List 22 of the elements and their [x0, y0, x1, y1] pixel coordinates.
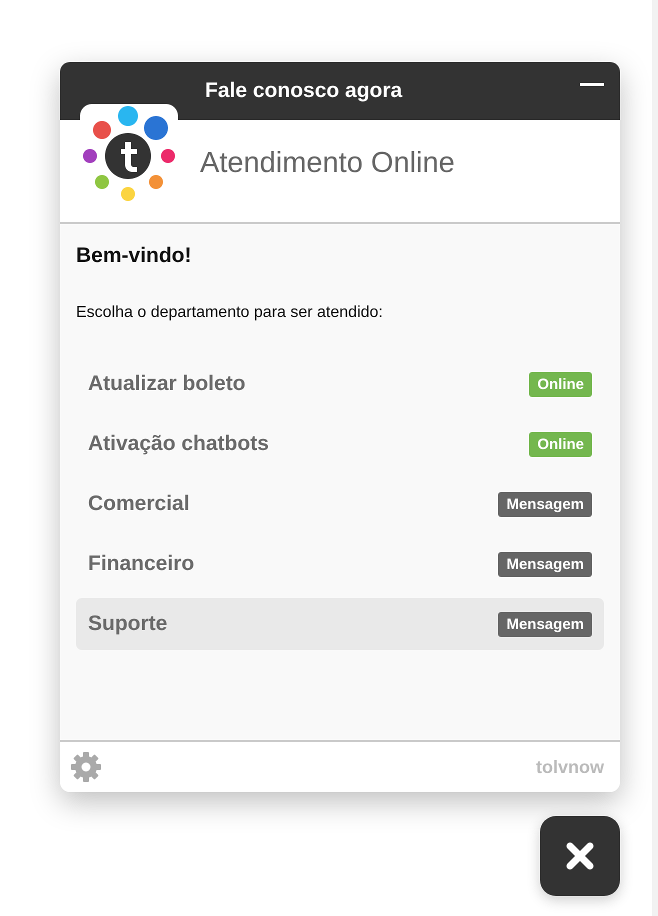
footer-brand: tolvnow [536, 756, 604, 778]
status-badge: Mensagem [498, 552, 592, 576]
department-item[interactable]: Suporte Mensagem [76, 598, 604, 650]
status-badge: Online [529, 432, 592, 456]
department-name: Suporte [88, 612, 168, 636]
welcome-heading: Bem-vindo! [76, 244, 192, 268]
department-name: Comercial [88, 492, 190, 516]
department-item[interactable]: Ativação chatbots Online [76, 418, 604, 470]
department-name: Atualizar boleto [88, 372, 246, 396]
brand-title: Atendimento Online [200, 146, 455, 180]
close-button[interactable] [540, 816, 620, 896]
department-name: Financeiro [88, 552, 194, 576]
status-badge: Online [529, 372, 592, 396]
department-item[interactable]: Financeiro Mensagem [76, 538, 604, 590]
close-icon [565, 841, 595, 871]
status-badge: Mensagem [498, 612, 592, 636]
department-item[interactable]: Comercial Mensagem [76, 478, 604, 530]
department-item[interactable]: Atualizar boleto Online [76, 358, 604, 410]
welcome-prompt: Escolha o departamento para ser atendido: [76, 304, 384, 322]
window-title: Fale conosco agora [205, 79, 402, 103]
status-badge: Mensagem [498, 492, 592, 516]
department-name: Ativação chatbots [88, 432, 269, 456]
